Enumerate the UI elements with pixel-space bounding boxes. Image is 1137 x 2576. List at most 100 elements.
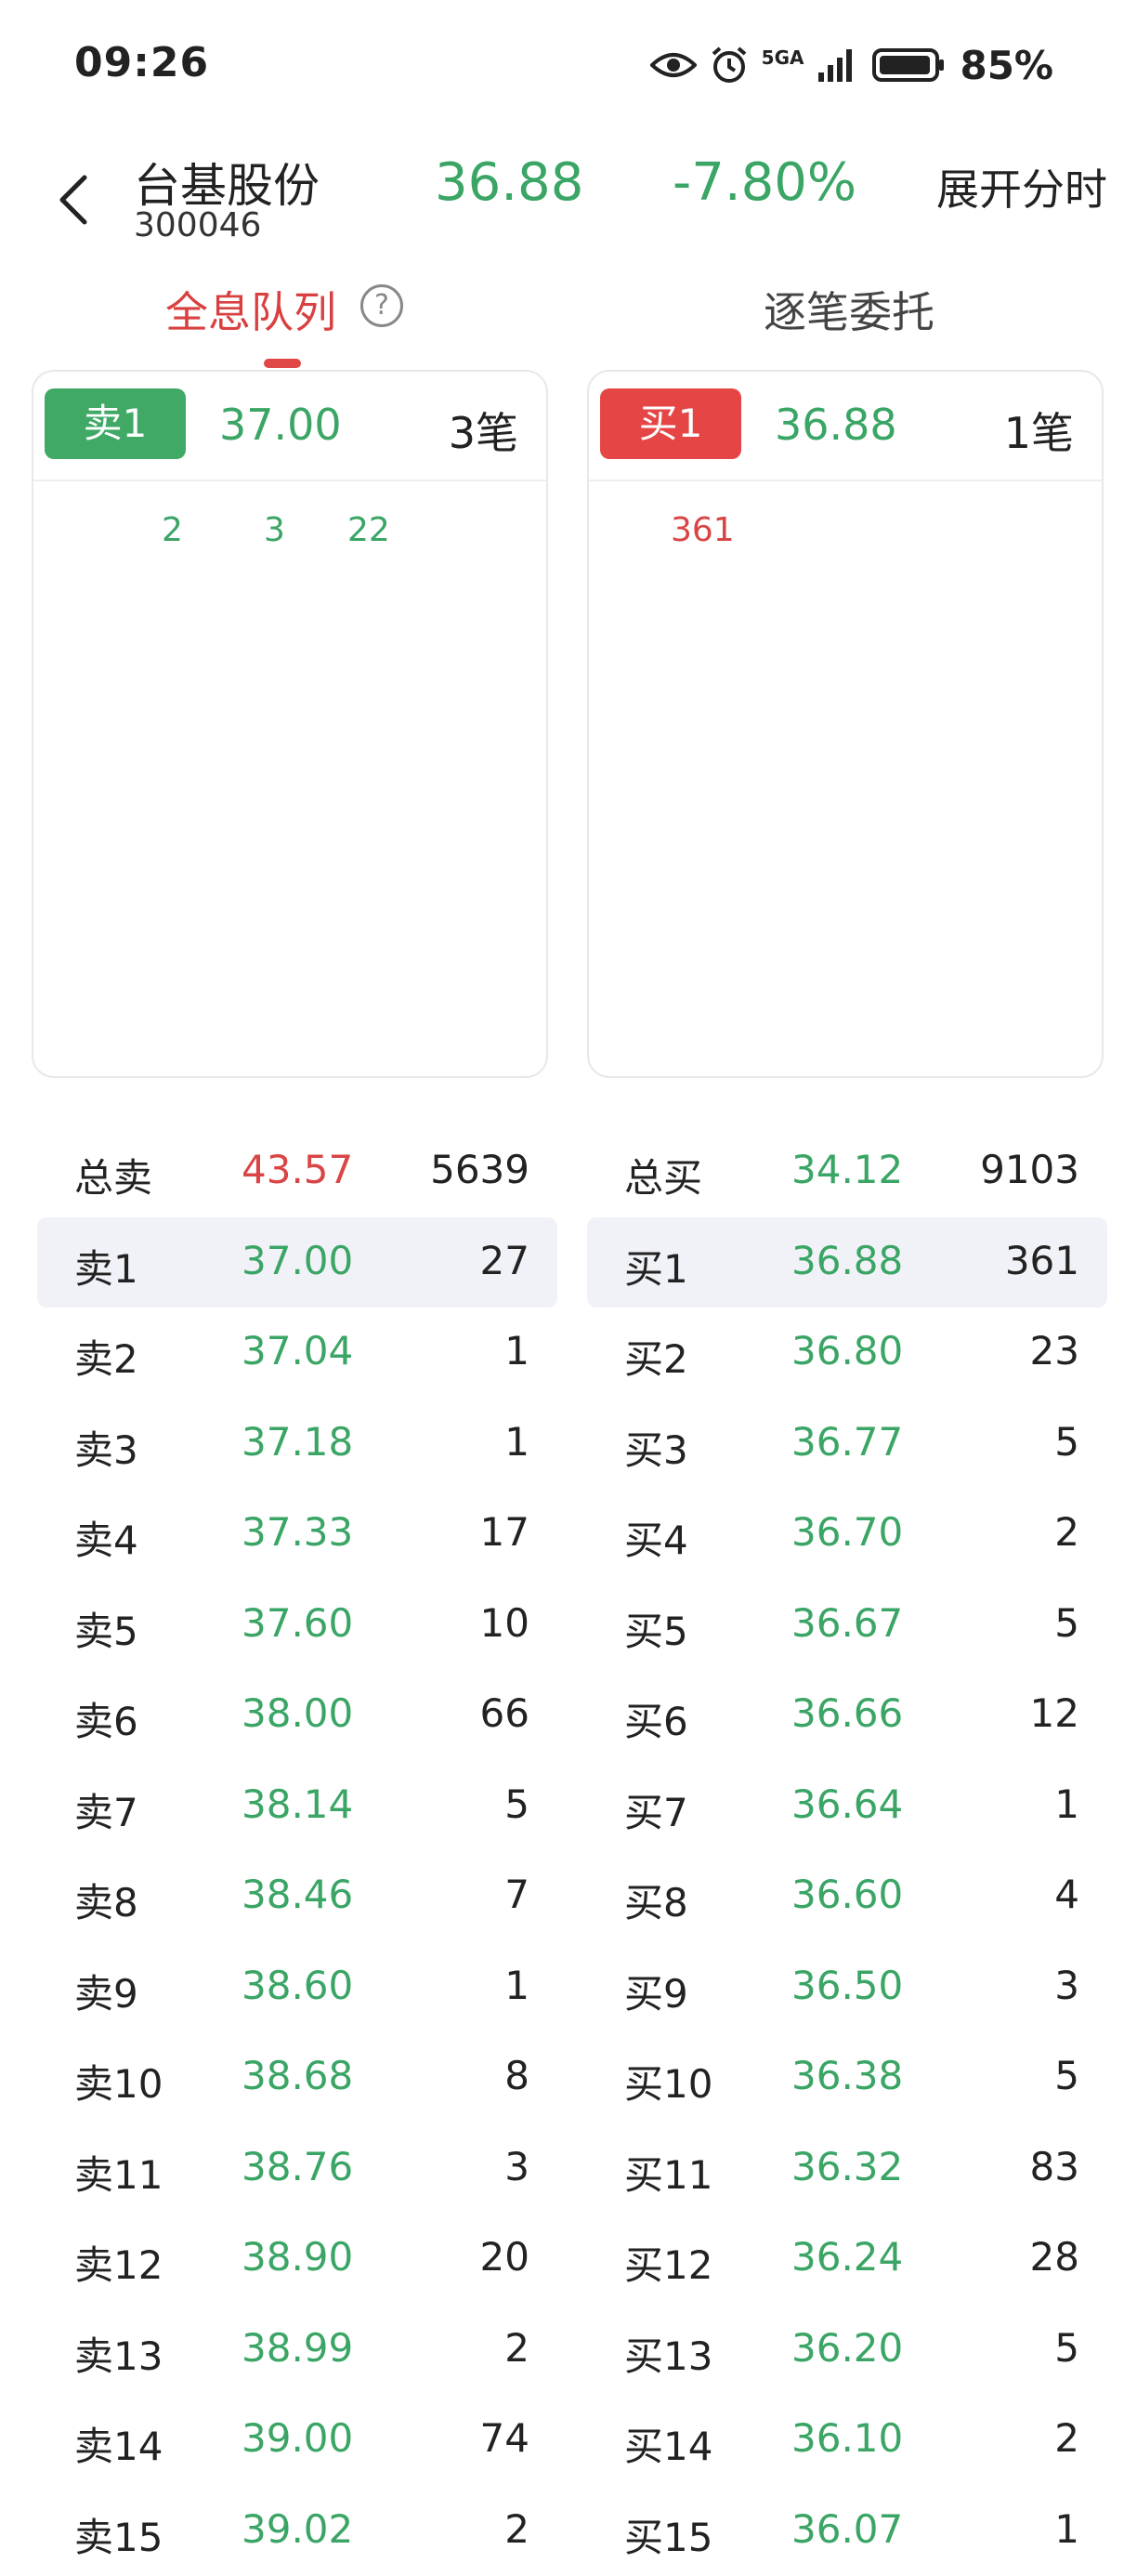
buy-depth-table: 总买34.129103买136.88361买236.8023买336.775买4… — [587, 1126, 1107, 2576]
buy-depth-row[interactable]: 买11 36.32 83 — [587, 2123, 1107, 2215]
sell-depth-row[interactable]: 卖938.601 — [37, 1942, 557, 2033]
depth-volume: 17 — [480, 1509, 529, 1555]
sell-depth-row[interactable]: 卖638.0066 — [37, 1670, 557, 1761]
battery-icon — [872, 46, 947, 84]
depth-label: 买7 — [624, 1781, 688, 1838]
buy-queue-price: 36.88 — [775, 400, 897, 450]
depth-price: 37.04 — [242, 1328, 353, 1373]
depth-volume: 1 — [504, 1963, 529, 2008]
sell-depth-row[interactable]: 卖1338.992 — [37, 2305, 557, 2396]
queue-order: 2 — [162, 511, 183, 549]
depth-label: 买2 — [624, 1328, 688, 1385]
depth-label: 买5 — [624, 1600, 688, 1657]
depth-volume: 3 — [1054, 1963, 1079, 2008]
buy-total-row[interactable]: 总买34.129103 — [587, 1126, 1107, 1217]
buy-depth-row[interactable]: 买736.641 — [587, 1761, 1107, 1852]
depth-label: 卖15 — [74, 2506, 163, 2563]
sell-depth-row[interactable]: 卖1038.688 — [37, 2032, 557, 2123]
depth-price: 38.68 — [242, 2053, 353, 2098]
sell-depth-row[interactable]: 卖1439.0074 — [37, 2395, 557, 2486]
buy-depth-row[interactable]: 买4 36.70 2 — [587, 1489, 1107, 1580]
buy-depth-row[interactable]: 买1036.385 — [587, 2032, 1107, 2123]
buy-depth-row[interactable]: 买936.503 — [587, 1942, 1107, 2033]
status-bar: 09:26 5GA 85% — [0, 0, 1137, 130]
depth-price: 37.60 — [242, 1600, 353, 1646]
depth-price: 34.12 — [791, 1147, 903, 1192]
sell-depth-row[interactable]: 卖1138.763 — [37, 2123, 557, 2215]
depth-volume: 7 — [504, 1872, 529, 1917]
sell-depth-row[interactable]: 卖337.181 — [37, 1399, 557, 1490]
queue-order: 3 — [264, 511, 285, 549]
buy-depth-row[interactable]: 买1336.205 — [587, 2305, 1107, 2396]
buy-depth-row[interactable]: 买1436.102 — [587, 2395, 1107, 2486]
depth-label: 买12 — [624, 2234, 712, 2291]
depth-label: 卖10 — [74, 2053, 163, 2109]
buy-depth-row[interactable]: 买336.775 — [587, 1399, 1107, 1490]
sell-depth-row[interactable]: 卖738.145 — [37, 1761, 557, 1852]
depth-volume: 12 — [1030, 1690, 1079, 1736]
depth-volume: 23 — [1030, 1328, 1079, 1373]
sell-depth-row[interactable]: 卖437.3317 — [37, 1489, 557, 1580]
depth-label: 买11 — [624, 2144, 712, 2201]
tab-full-queue[interactable]: 全息队列 — [165, 279, 336, 340]
depth-label: 卖14 — [74, 2415, 163, 2472]
depth-volume: 1 — [504, 1419, 529, 1465]
sell-depth-row[interactable]: 卖1238.9020 — [37, 2214, 557, 2305]
sell-depth-row[interactable]: 卖1539.022 — [37, 2486, 557, 2576]
depth-price: 36.07 — [791, 2506, 903, 2552]
stock-change: -7.80% — [673, 152, 856, 213]
depth-volume: 5 — [1054, 1600, 1079, 1646]
expand-timeshare-button[interactable]: 展开分时 — [936, 156, 1107, 217]
sell-total-row[interactable]: 总卖43.575639 — [37, 1126, 557, 1217]
depth-volume: 361 — [1005, 1238, 1079, 1283]
depth-volume: 2 — [1054, 1509, 1079, 1555]
depth-label: 买9 — [624, 1963, 688, 2019]
status-time: 09:26 — [74, 39, 209, 86]
buy-depth-row[interactable]: 买536.675 — [587, 1580, 1107, 1671]
depth-label: 卖11 — [74, 2144, 163, 2201]
depth-price: 36.64 — [791, 1781, 903, 1827]
sell-depth-row[interactable]: 卖8 38.46 7 — [37, 1851, 557, 1942]
sell-depth-row[interactable]: 卖237.041 — [37, 1308, 557, 1399]
sell-queue-price: 37.00 — [219, 400, 342, 450]
depth-label: 卖8 — [74, 1872, 138, 1928]
depth-label: 买4 — [624, 1509, 688, 1566]
buy-depth-row[interactable]: 买236.8023 — [587, 1308, 1107, 1399]
depth-label: 买3 — [624, 1419, 688, 1476]
depth-label: 买1 — [624, 1238, 688, 1295]
help-icon[interactable]: ? — [360, 284, 403, 327]
network-type: 5GA — [762, 46, 804, 69]
buy-depth-row[interactable]: 买636.6612 — [587, 1670, 1107, 1761]
depth-label: 总卖 — [74, 1147, 152, 1203]
depth-volume: 5 — [1054, 2053, 1079, 2098]
sell-depth-table: 总卖43.575639卖137.0027卖237.041卖337.181卖437… — [37, 1126, 557, 2576]
depth-volume: 5 — [504, 1781, 529, 1827]
tab-tick-orders[interactable]: 逐笔委托 — [764, 279, 934, 340]
depth-label: 买8 — [624, 1872, 688, 1928]
depth-price: 38.90 — [242, 2234, 353, 2280]
buy-depth-row[interactable]: 买136.88361 — [587, 1217, 1107, 1308]
sell-depth-row[interactable]: 卖137.0027 — [37, 1217, 557, 1308]
depth-label: 卖1 — [74, 1238, 138, 1295]
buy-depth-row[interactable]: 买1236.2428 — [587, 2214, 1107, 2305]
depth-label: 卖4 — [74, 1509, 138, 1566]
depth-price: 37.00 — [242, 1238, 353, 1283]
queue-order: 361 — [671, 511, 735, 549]
stock-price: 36.88 — [435, 152, 583, 213]
depth-price: 38.46 — [242, 1872, 353, 1917]
eye-icon — [650, 50, 697, 80]
depth-price: 38.99 — [242, 2325, 353, 2371]
depth-volume: 66 — [480, 1690, 529, 1736]
depth-volume: 83 — [1030, 2144, 1079, 2189]
depth-price: 36.24 — [791, 2234, 903, 2280]
buy-queue-header: 买1 36.88 1笔 — [589, 372, 1102, 481]
depth-price: 36.38 — [791, 2053, 903, 2098]
sell-depth-row[interactable]: 卖537.6010 — [37, 1580, 557, 1671]
buy-depth-row[interactable]: 买1536.071 — [587, 2486, 1107, 2576]
depth-label: 总买 — [624, 1147, 702, 1203]
back-button[interactable] — [41, 158, 106, 242]
depth-label: 卖5 — [74, 1600, 138, 1657]
depth-price: 36.70 — [791, 1509, 903, 1555]
buy-depth-row[interactable]: 买836.604 — [587, 1851, 1107, 1942]
depth-price: 36.32 — [791, 2144, 903, 2189]
